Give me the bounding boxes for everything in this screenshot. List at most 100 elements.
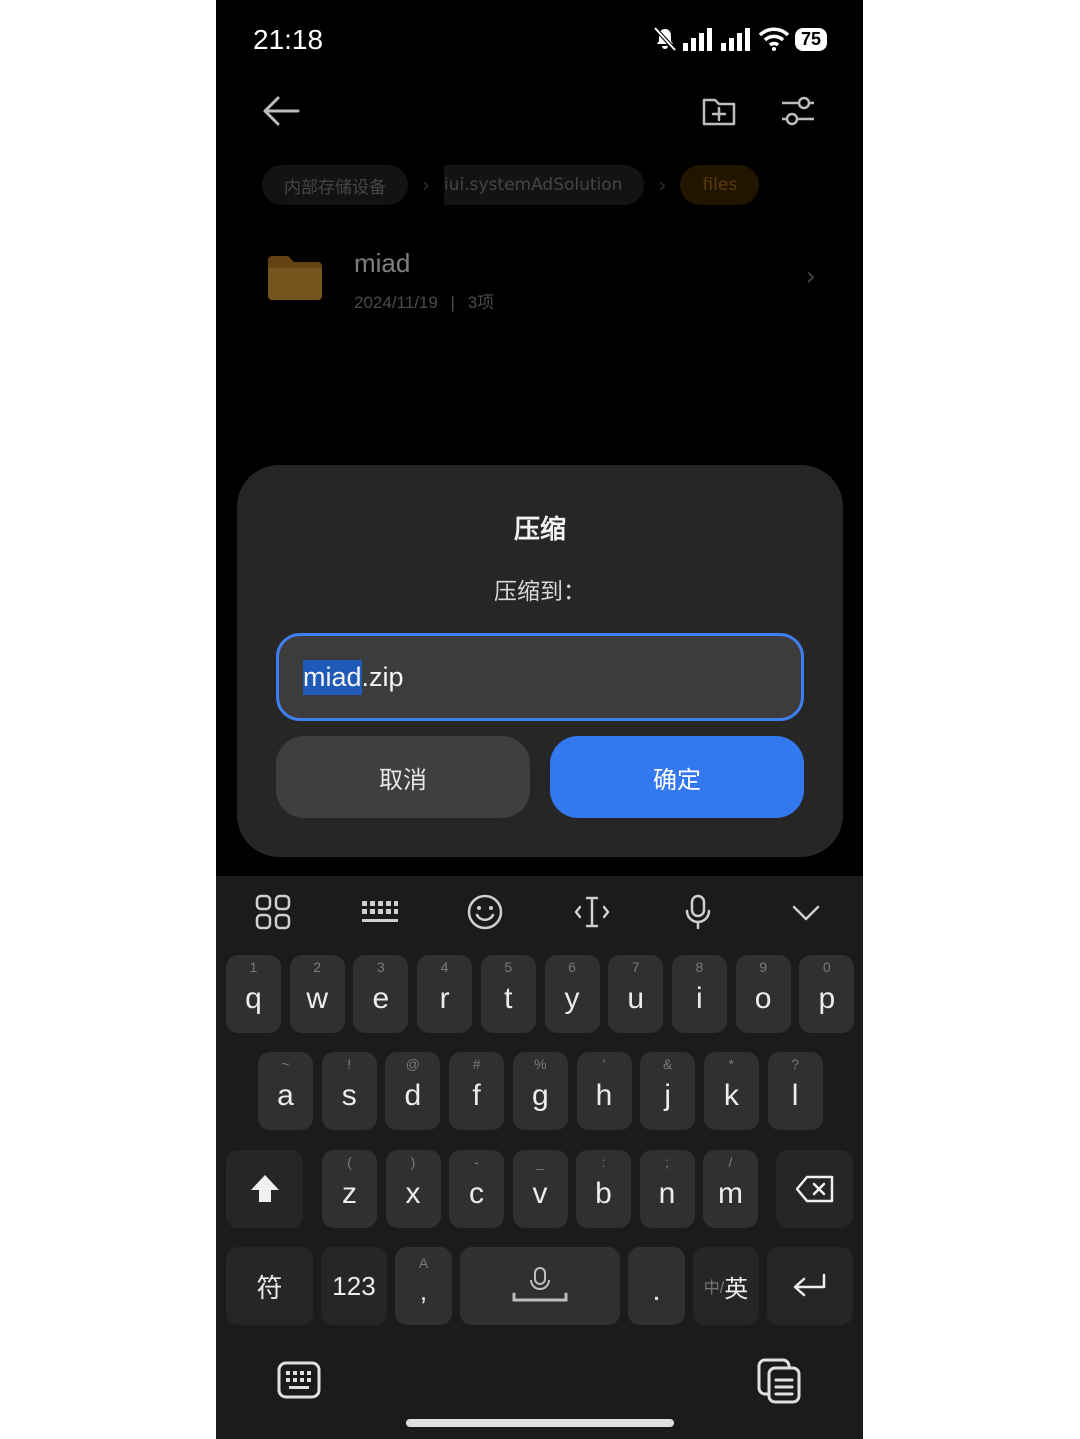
key-label: g	[531, 1079, 549, 1112]
key-label: k	[723, 1079, 739, 1112]
apps-grid-icon[interactable]	[253, 892, 293, 932]
collapse-keyboard-icon[interactable]	[786, 892, 826, 932]
symbols-key[interactable]: 符	[226, 1247, 313, 1325]
key-a[interactable]: ~ a	[258, 1052, 313, 1130]
key-e[interactable]: 3e	[353, 955, 409, 1033]
key-t[interactable]: 5t	[480, 955, 536, 1033]
list-item-folder[interactable]: miad 2024/11/19 | 3项 ›	[262, 240, 822, 320]
backspace-key[interactable]	[776, 1150, 853, 1228]
breadcrumb-item-files[interactable]: files	[680, 165, 760, 205]
breadcrumb-item-internal-storage[interactable]: 内部存储设备	[262, 165, 408, 205]
key-o[interactable]: 9o	[735, 955, 791, 1033]
filename-input[interactable]: miad .zip	[276, 633, 804, 721]
key-n[interactable]: ; n	[639, 1150, 695, 1228]
text-cursor-icon[interactable]	[572, 892, 612, 932]
clipboard-icon[interactable]	[757, 1358, 801, 1404]
phone-screen: 21:18 75 内部存储设备 › iui.systemAdSolution ›…	[216, 0, 863, 1439]
folder-meta: 2024/11/19 | 3项	[354, 288, 494, 313]
key-hint: @	[405, 1056, 420, 1072]
key-s[interactable]: ! s	[321, 1052, 377, 1130]
key-w[interactable]: 2w	[289, 955, 345, 1033]
key-c[interactable]: -c	[449, 1150, 504, 1228]
key-z[interactable]: (z	[322, 1150, 377, 1228]
signal-icon-2	[720, 28, 750, 51]
key-k[interactable]: * k	[703, 1052, 759, 1130]
key-label: b	[595, 1177, 612, 1210]
back-arrow-icon[interactable]	[260, 90, 302, 132]
keyboard-switch-icon[interactable]	[277, 1360, 321, 1400]
period-key-label: .	[652, 1274, 661, 1307]
breadcrumb: 内部存储设备 › iui.systemAdSolution › files	[262, 165, 760, 205]
key-hint: 7	[631, 959, 640, 975]
key-p[interactable]: 0p	[799, 955, 855, 1033]
key-hint: *	[728, 1056, 735, 1072]
comma-key[interactable]: A ,	[395, 1247, 452, 1325]
key-label: z	[342, 1177, 357, 1210]
space-key[interactable]	[460, 1247, 620, 1325]
enter-return-icon	[793, 1273, 826, 1297]
key-x[interactable]: ) x	[385, 1150, 441, 1228]
wifi-icon	[758, 27, 789, 51]
key-label: j	[664, 1079, 672, 1112]
cancel-button[interactable]: 取消	[276, 736, 530, 818]
mute-icon	[653, 26, 677, 52]
key-l[interactable]: ? l	[767, 1052, 823, 1130]
key-label: c	[469, 1177, 484, 1210]
key-hint: -	[474, 1154, 479, 1170]
keyboard-layout-icon[interactable]	[359, 892, 399, 932]
folder-item-count: 3项	[467, 293, 495, 312]
numbers-key-label: 123	[332, 1270, 376, 1301]
breadcrumb-item-app-folder[interactable]: iui.systemAdSolution	[444, 165, 645, 205]
home-indicator[interactable]	[406, 1419, 674, 1427]
key-label: v	[532, 1177, 548, 1210]
key-u[interactable]: 7u	[608, 955, 664, 1033]
status-bar: 21:18 75	[216, 0, 863, 80]
key-label: t	[504, 982, 513, 1015]
key-y[interactable]: 6y	[544, 955, 600, 1033]
key-g[interactable]: % g	[512, 1052, 568, 1130]
key-hint: %	[534, 1056, 547, 1072]
language-inactive-label: 中/	[703, 1280, 725, 1297]
microphone-icon[interactable]	[678, 892, 718, 932]
key-b[interactable]: :b	[576, 1150, 631, 1228]
chevron-right-icon: ›	[805, 262, 816, 292]
shift-arrow-icon	[250, 1175, 279, 1202]
numbers-key[interactable]: 123	[321, 1247, 387, 1325]
language-switch-key[interactable]: 中/英	[693, 1247, 759, 1325]
key-hint: )	[410, 1154, 416, 1170]
key-f[interactable]: # f	[449, 1052, 505, 1130]
key-m[interactable]: / m	[703, 1150, 758, 1228]
emoji-icon[interactable]	[465, 892, 505, 932]
key-hint: #	[472, 1056, 481, 1072]
key-label: h	[595, 1079, 613, 1112]
key-d[interactable]: @ d	[385, 1052, 441, 1130]
compress-dialog: 压缩 压缩到： miad .zip 取消 确定	[237, 465, 843, 857]
comma-key-hint: A	[418, 1255, 429, 1271]
key-h[interactable]: ' h	[576, 1052, 632, 1130]
input-selected-text: miad	[303, 659, 362, 695]
key-r[interactable]: 4r	[417, 955, 473, 1033]
key-hint: /	[728, 1154, 733, 1170]
enter-key[interactable]	[767, 1247, 853, 1325]
soft-keyboard: 1q2w3e4r5t6y7u8i9o0p ~ a! s @ d # f% g ' h & j * k? l …	[216, 876, 863, 1439]
key-i[interactable]: 8i	[671, 955, 727, 1033]
app-bar	[216, 80, 863, 142]
key-v[interactable]: _ v	[512, 1150, 568, 1228]
key-j[interactable]: & j	[640, 1052, 696, 1130]
key-hint: '	[602, 1056, 606, 1072]
shift-key[interactable]	[226, 1150, 303, 1228]
filter-settings-icon[interactable]	[777, 90, 819, 132]
key-label: d	[404, 1079, 422, 1112]
confirm-button[interactable]: 确定	[550, 736, 804, 818]
key-hint: 2	[313, 959, 322, 975]
key-hint: 9	[759, 959, 767, 975]
symbols-key-label: 符	[256, 1272, 283, 1303]
period-key[interactable]: .	[628, 1247, 685, 1325]
key-hint: ;	[665, 1154, 669, 1170]
signal-icon	[682, 28, 712, 51]
new-folder-icon[interactable]	[698, 90, 740, 132]
key-q[interactable]: 1q	[226, 955, 281, 1033]
key-label: p	[818, 982, 836, 1015]
status-icons: 75	[653, 24, 827, 54]
key-hint: (	[347, 1154, 352, 1170]
